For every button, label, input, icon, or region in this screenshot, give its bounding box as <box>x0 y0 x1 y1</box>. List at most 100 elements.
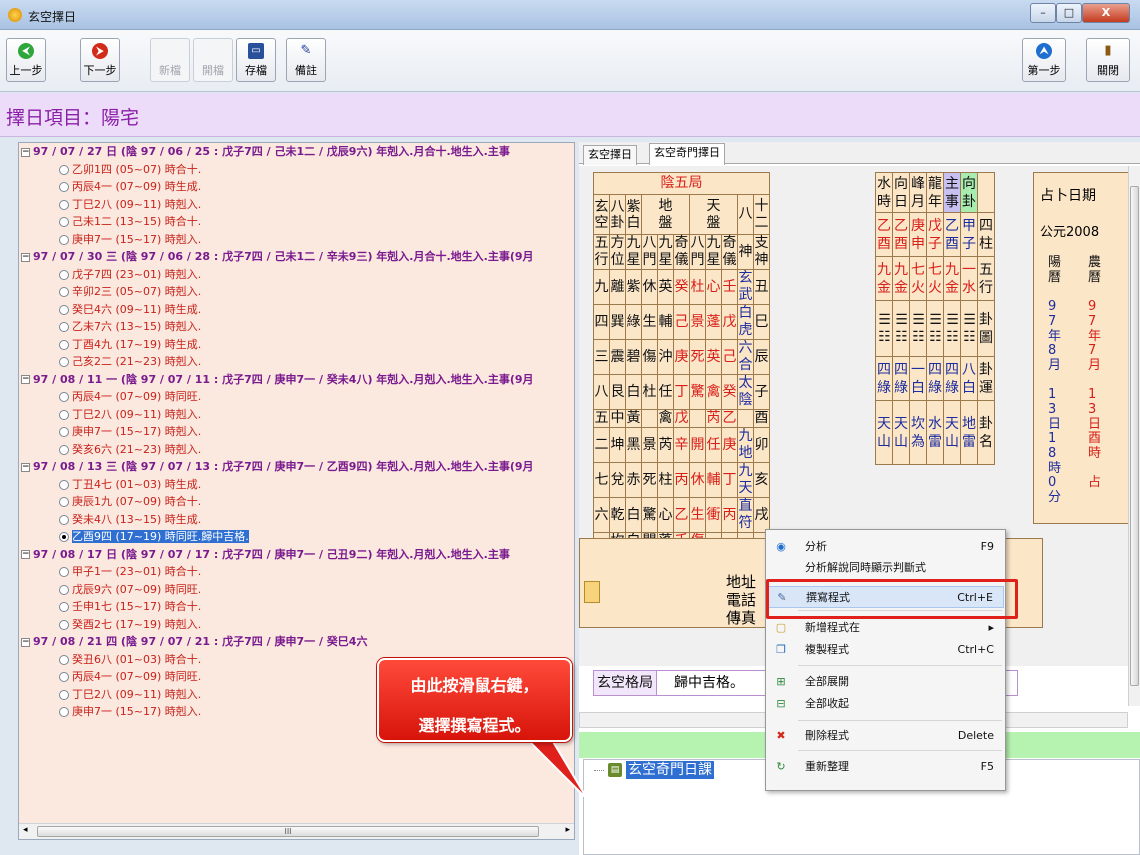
tree-hour-node[interactable]: 丁巳2八 (09~11) 時剋入. <box>59 407 201 423</box>
memo-button[interactable]: ✎ 備註 <box>286 38 326 82</box>
menu-separator <box>798 720 1002 721</box>
radio-button[interactable] <box>59 339 69 350</box>
radio-button[interactable] <box>59 287 69 297</box>
menu-item-6[interactable]: ⊟ 全部收起 <box>767 693 1004 715</box>
tree-day-node[interactable]: −97 / 07 / 30 三 (陰 97 / 06 / 28 : 戊子7四 /… <box>21 249 534 265</box>
radio-button[interactable] <box>59 392 69 402</box>
chart-cell: 死 <box>689 339 706 375</box>
menu-item-7[interactable]: ✖ 刪除程式 Delete <box>767 725 1004 747</box>
tree-hour-node[interactable]: 丙辰4一 (07~09) 時生成. <box>59 179 201 195</box>
radio-button[interactable] <box>59 514 69 525</box>
menu-item-1[interactable]: 分析解說同時顯示判斷式 <box>767 557 1004 579</box>
collapse-icon[interactable]: − <box>21 637 30 647</box>
next-step-button[interactable]: ⮞ 下一步 <box>80 38 120 82</box>
tree-hour-node[interactable]: 丁巳2八 (09~11) 時剋入. <box>59 687 201 703</box>
new-file-button[interactable]: 新檔 <box>150 38 190 82</box>
tree-hour-node[interactable]: 癸酉2七 (17~19) 時剋入. <box>59 617 201 633</box>
tree-day-node[interactable]: −97 / 08 / 13 三 (陰 97 / 07 / 13 : 戊子7四 /… <box>21 459 534 475</box>
collapse-icon[interactable]: − <box>21 147 30 157</box>
maximize-button[interactable]: □ <box>1056 3 1082 23</box>
radio-button[interactable] <box>59 409 69 420</box>
date-cell: 13日 <box>1048 387 1062 432</box>
tree-hour-node[interactable]: 癸巳4六 (09~11) 時生成. <box>59 302 201 318</box>
tree-hour-node[interactable]: 丁酉4九 (17~19) 時生成. <box>59 337 201 353</box>
close-window-button[interactable]: X <box>1082 3 1130 23</box>
radio-button[interactable] <box>59 234 69 245</box>
tree-hour-node[interactable]: 癸未4八 (13~15) 時生成. <box>59 512 201 528</box>
radio-button[interactable] <box>59 199 69 210</box>
tree-hour-node[interactable]: 庚申7一 (15~17) 時剋入. <box>59 424 201 440</box>
instruction-callout: 由此按滑鼠右鍵， 選擇撰寫程式。 <box>377 658 572 742</box>
chart-cell <box>641 409 658 428</box>
tree-node-label: 己未1二 (13~15) 時合十. <box>72 215 202 228</box>
horizontal-scrollbar[interactable]: ◂ III ▸ <box>19 823 574 839</box>
tree-hour-node[interactable]: 乙卯1四 (05~07) 時合十. <box>59 162 201 178</box>
radio-button[interactable] <box>59 689 69 700</box>
radio-button[interactable] <box>59 427 69 437</box>
radio-button[interactable] <box>59 304 69 315</box>
save-file-button[interactable]: ▭ 存檔 <box>236 38 276 82</box>
tree-day-node[interactable]: −97 / 07 / 27 日 (陰 97 / 06 / 25 : 戊子7四 /… <box>21 144 510 160</box>
tree-hour-node[interactable]: 丁丑4七 (01~03) 時生成. <box>59 477 201 493</box>
radio-button[interactable] <box>59 444 69 455</box>
radio-button[interactable] <box>59 567 69 577</box>
collapse-icon[interactable]: − <box>21 375 30 384</box>
collapse-icon[interactable]: − <box>21 252 30 262</box>
tree-hour-node[interactable]: 癸亥6六 (21~23) 時剋入. <box>59 442 201 458</box>
radio-button[interactable] <box>59 654 69 665</box>
chart-cell: 休 <box>689 462 706 498</box>
radio-button[interactable] <box>59 619 69 630</box>
radio-button[interactable] <box>59 269 69 280</box>
first-step-button[interactable]: ⮝ 第一步 <box>1022 38 1066 82</box>
vertical-scrollbar[interactable] <box>1128 166 1140 706</box>
tree-hour-node[interactable]: 乙未7六 (13~15) 時剋入. <box>59 319 201 335</box>
radio-button[interactable] <box>59 497 69 507</box>
tree-node-label: 庚辰1九 (07~09) 時合十. <box>72 495 202 508</box>
close-button[interactable]: ▮ 關閉 <box>1086 38 1130 82</box>
radio-button[interactable] <box>59 322 69 332</box>
menu-item-3[interactable]: ▢ 新增程式在 ▸ <box>767 617 1004 639</box>
minimize-button[interactable]: – <box>1030 3 1056 23</box>
radio-button[interactable] <box>59 182 69 192</box>
radio-button[interactable] <box>59 672 69 682</box>
radio-button[interactable] <box>59 532 69 542</box>
radio-button[interactable] <box>59 584 69 595</box>
radio-button[interactable] <box>59 479 69 490</box>
tree-hour-node[interactable]: 己亥2二 (21~23) 時剋入. <box>59 354 201 370</box>
scroll-thumb[interactable]: III <box>37 826 539 837</box>
radio-button[interactable] <box>59 164 69 175</box>
tree-hour-node[interactable]: 丙辰4一 (07~09) 時同旺. <box>59 669 201 685</box>
tree-hour-node[interactable]: 戊辰9六 (07~09) 時同旺. <box>59 582 201 598</box>
tab-qimen[interactable]: 玄空奇門擇日 <box>649 143 725 165</box>
radio-button[interactable] <box>59 217 69 227</box>
tree-hour-node[interactable]: 戊子7四 (23~01) 時剋入. <box>59 267 201 283</box>
tree-hour-node[interactable]: 辛卯2三 (05~07) 時剋入. <box>59 284 201 300</box>
radio-button[interactable] <box>59 707 69 717</box>
tree-hour-node[interactable]: 庚辰1九 (07~09) 時合十. <box>59 494 201 510</box>
menu-item-5[interactable]: ⊞ 全部展開 <box>767 671 1004 693</box>
open-file-button[interactable]: 開檔 <box>193 38 233 82</box>
tree-hour-node[interactable]: 丙辰4一 (07~09) 時同旺. <box>59 389 201 405</box>
radio-button[interactable] <box>59 602 69 612</box>
radio-button[interactable] <box>59 357 69 367</box>
tree-root-node[interactable]: 玄空奇門日課 <box>626 761 714 779</box>
collapse-icon[interactable]: − <box>21 550 30 559</box>
chart-cell: 丙 <box>673 462 690 498</box>
tree-hour-node[interactable]: 甲子1一 (23~01) 時合十. <box>59 564 201 580</box>
tree-day-node[interactable]: −97 / 08 / 17 日 (陰 97 / 07 / 17 : 戊子7四 /… <box>21 547 510 563</box>
tree-hour-node[interactable]: 丁巳2八 (09~11) 時剋入. <box>59 197 201 213</box>
tree-hour-node[interactable]: 己未1二 (13~15) 時合十. <box>59 214 201 230</box>
tree-hour-node[interactable]: 癸丑6八 (01~03) 時合十. <box>59 652 201 668</box>
menu-item-8[interactable]: ↻ 重新整理 F5 <box>767 756 1004 778</box>
tree-day-node[interactable]: −97 / 08 / 21 四 (陰 97 / 07 / 21 : 戊子7四 /… <box>21 634 367 650</box>
menu-item-4[interactable]: ❐ 複製程式 Ctrl+C <box>767 639 1004 661</box>
tree-hour-node[interactable]: 壬申1七 (15~17) 時合十. <box>59 599 201 615</box>
menu-item-0[interactable]: ◉ 分析 F9 <box>767 536 1004 558</box>
tree-day-node[interactable]: −97 / 08 / 11 一 (陰 97 / 07 / 11 : 戊子7四 /… <box>21 372 534 388</box>
collapse-icon[interactable]: − <box>21 462 30 472</box>
tree-hour-node[interactable]: 庚申7一 (15~17) 時剋入. <box>59 232 201 248</box>
prev-step-button[interactable]: ⮜ 上一步 <box>6 38 46 82</box>
tree-hour-node[interactable]: 庚申7一 (15~17) 時剋入. <box>59 704 201 720</box>
tab-xuankong[interactable]: 玄空擇日 <box>583 145 637 165</box>
tree-hour-node[interactable]: 乙酉9四 (17~19) 時同旺.歸中吉格. <box>59 529 249 545</box>
